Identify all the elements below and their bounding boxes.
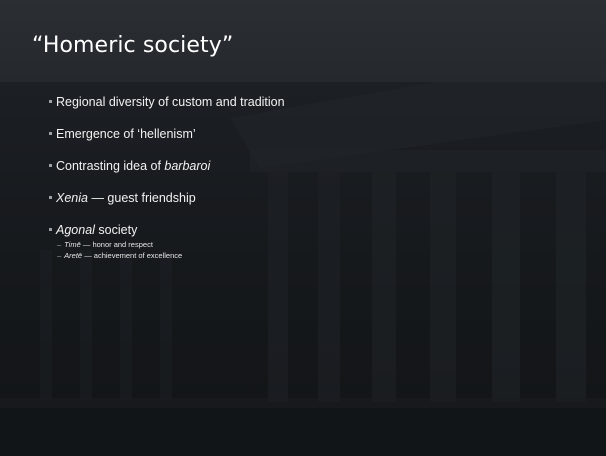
bullet-text: Emergence of ‘hellenism’ bbox=[56, 127, 196, 141]
bullet-regional-diversity: Regional diversity of custom and traditi… bbox=[49, 94, 576, 110]
bullet-marker-icon bbox=[49, 164, 52, 167]
bullet-barbaroi: Contrasting idea of barbaroi bbox=[49, 158, 576, 174]
bullet-text: Contrasting idea of bbox=[56, 159, 165, 173]
dash-marker: – bbox=[57, 240, 62, 249]
bullet-italic-term: Xenia bbox=[56, 191, 88, 205]
bullet-text: society bbox=[94, 223, 138, 237]
bullet-list: Regional diversity of custom and traditi… bbox=[49, 94, 576, 261]
bullet-marker-icon bbox=[49, 228, 52, 231]
bullet-xenia: Xenia — guest friendship bbox=[49, 190, 576, 206]
bullet-hellenism: Emergence of ‘hellenism’ bbox=[49, 126, 576, 142]
bullet-agonal-society: Agonal society bbox=[49, 222, 576, 238]
subbullet-arete: – Aretē — achievement of excellence bbox=[57, 250, 576, 261]
bullet-italic-term: barbaroi bbox=[164, 159, 211, 173]
subbullet-text: — honor and respect bbox=[80, 240, 153, 249]
slide-title: “Homeric society” bbox=[32, 33, 234, 58]
bullet-text: Regional diversity of custom and traditi… bbox=[56, 95, 285, 109]
subbullet-italic-term: Timē bbox=[64, 240, 81, 249]
bullet-italic-term: Agonal bbox=[56, 223, 95, 237]
bullet-text: — guest friendship bbox=[87, 191, 196, 205]
subbullet-italic-term: Aretē bbox=[64, 251, 83, 260]
subbullet-time: – Timē — honor and respect bbox=[57, 239, 576, 250]
dash-marker: – bbox=[57, 251, 62, 260]
bullet-marker-icon bbox=[49, 132, 52, 135]
bullet-marker-icon bbox=[49, 100, 52, 103]
bullet-marker-icon bbox=[49, 196, 52, 199]
subbullet-text: — achievement of excellence bbox=[82, 251, 183, 260]
subbullet-list: – Timē — honor and respect – Aretē — achie… bbox=[56, 239, 576, 261]
slide: “Homeric society” Regional diversity of … bbox=[0, 0, 606, 456]
